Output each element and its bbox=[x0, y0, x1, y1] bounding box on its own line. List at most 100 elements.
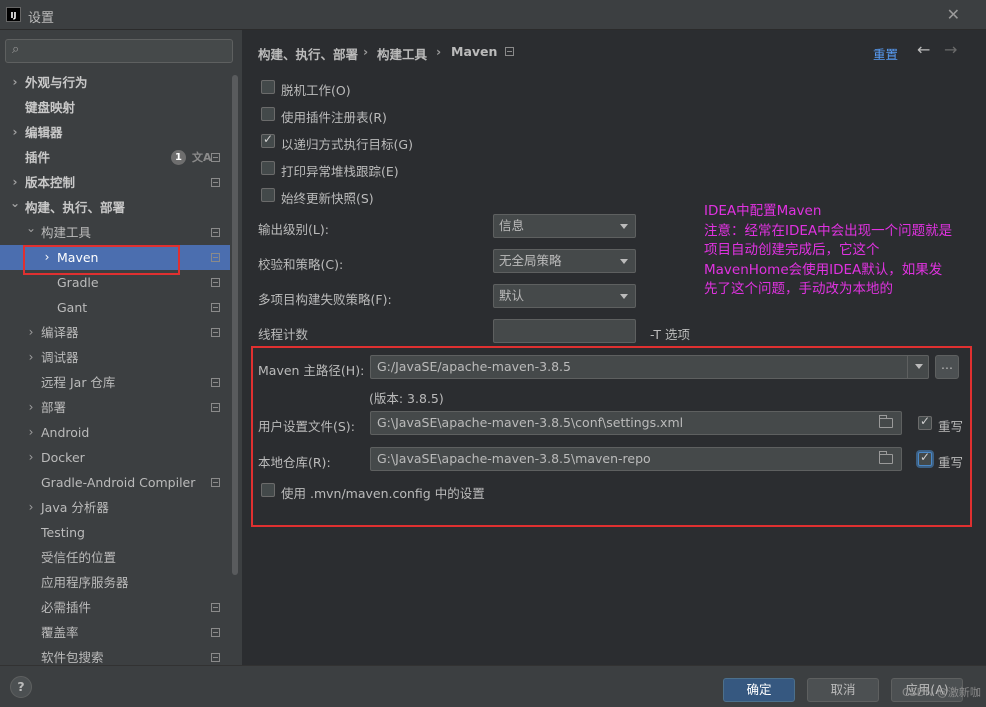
sidebar-item[interactable]: Testing bbox=[0, 520, 230, 545]
close-icon[interactable]: ✕ bbox=[947, 5, 960, 24]
sidebar-item[interactable]: › Android bbox=[0, 420, 230, 445]
help-button[interactable]: ? bbox=[10, 676, 32, 698]
sidebar-item[interactable]: 应用程序服务器 bbox=[0, 570, 230, 595]
work-offline-label: 脱机工作(O) bbox=[281, 83, 351, 98]
sidebar-item[interactable]: 受信任的位置 bbox=[0, 545, 230, 570]
sidebar-item[interactable]: › 编译器 bbox=[0, 320, 230, 345]
sidebar-item-label: 编译器 bbox=[41, 325, 79, 340]
project-scope-icon bbox=[211, 403, 220, 412]
sidebar-item[interactable]: 插件 1 文A bbox=[0, 145, 230, 170]
checksum-policy-select[interactable]: 无全局策略 bbox=[493, 249, 636, 273]
sidebar-item-label: 构建、执行、部署 bbox=[25, 200, 126, 215]
recursive-goals-label: 以递归方式执行目标(G) bbox=[281, 137, 413, 152]
sidebar-item[interactable]: 远程 Jar 仓库 bbox=[0, 370, 230, 395]
sidebar-item[interactable]: › 外观与行为 bbox=[0, 70, 230, 95]
sidebar-item[interactable]: 软件包搜索 bbox=[0, 645, 230, 665]
ok-button[interactable]: 确定 bbox=[723, 678, 795, 702]
breadcrumb-item-build-tools[interactable]: 构建工具 bbox=[377, 44, 427, 62]
sidebar-item-label: Docker bbox=[41, 450, 85, 465]
chevron-right-icon[interactable]: › bbox=[10, 120, 20, 145]
chevron-right-icon[interactable]: › bbox=[26, 445, 36, 470]
translate-icon: 文A bbox=[192, 151, 212, 164]
sidebar-item-label: 版本控制 bbox=[25, 175, 76, 190]
intellij-logo-icon: IJ bbox=[6, 7, 21, 22]
sidebar-item[interactable]: 必需插件 bbox=[0, 595, 230, 620]
breadcrumb-separator: › bbox=[436, 44, 442, 59]
chevron-down-icon bbox=[620, 294, 628, 299]
chevron-down-icon bbox=[620, 224, 628, 229]
sidebar-item[interactable]: › 版本控制 bbox=[0, 170, 230, 195]
always-update-checkbox[interactable] bbox=[261, 188, 275, 202]
output-level-label: 输出级别(L): bbox=[258, 222, 329, 237]
sidebar-item-label: 远程 Jar 仓库 bbox=[41, 375, 116, 390]
title-bar: IJ 设置 ✕ bbox=[0, 0, 986, 30]
sidebar-item-label: 键盘映射 bbox=[25, 100, 76, 115]
recursive-goals-checkbox[interactable] bbox=[261, 132, 275, 148]
watermark: CSDN @激新咖 bbox=[902, 686, 981, 699]
back-arrow-icon[interactable]: ← bbox=[917, 40, 930, 59]
fail-policy-label: 多项目构建失败策略(F): bbox=[258, 292, 392, 307]
sidebar-item-label: 插件 bbox=[25, 150, 51, 165]
print-stacktrace-label: 打印异常堆栈跟踪(E) bbox=[281, 164, 399, 179]
chevron-right-icon[interactable]: › bbox=[26, 420, 36, 445]
sidebar-item-label: 调试器 bbox=[41, 350, 79, 365]
sidebar-item-label: Gant bbox=[57, 300, 88, 315]
breadcrumb-item-build[interactable]: 构建、执行、部署 bbox=[258, 44, 358, 62]
fail-policy-select[interactable]: 默认 bbox=[493, 284, 636, 308]
sidebar-item[interactable]: 键盘映射 bbox=[0, 95, 230, 120]
output-level-value: 信息 bbox=[499, 218, 525, 233]
forward-arrow-icon[interactable]: → bbox=[944, 40, 957, 59]
sidebar-item-label: 构建工具 bbox=[41, 225, 92, 240]
plugin-registry-checkbox[interactable] bbox=[261, 107, 275, 121]
annotation-line: 项目自动创建完成后，它这个 bbox=[704, 242, 880, 258]
cancel-button[interactable]: 取消 bbox=[807, 678, 879, 702]
reset-link[interactable]: 重置 bbox=[873, 44, 898, 63]
update-count-badge: 1 bbox=[171, 150, 186, 165]
chevron-down-icon[interactable]: ⌄ bbox=[10, 191, 20, 216]
project-scope-icon bbox=[211, 378, 220, 387]
plugin-registry-label: 使用插件注册表(R) bbox=[281, 110, 387, 125]
chevron-down-icon[interactable]: ⌄ bbox=[26, 216, 36, 241]
checksum-policy-label: 校验和策略(C): bbox=[258, 257, 344, 272]
sidebar-item[interactable]: › 编辑器 bbox=[0, 120, 230, 145]
annotation-line: 注意：经常在IDEA中会出现一个问题就是 bbox=[704, 222, 953, 239]
annotation-text: IDEA中配置Maven 注意：经常在IDEA中会出现一个问题就是 项目自动创建… bbox=[704, 202, 984, 300]
chevron-right-icon[interactable]: › bbox=[26, 320, 36, 345]
sidebar-item[interactable]: Gradle-Android Compiler bbox=[0, 470, 230, 495]
sidebar-item[interactable]: › 部署 bbox=[0, 395, 230, 420]
thread-count-input[interactable] bbox=[493, 319, 636, 343]
settings-search-input[interactable]: ⌕ bbox=[5, 39, 233, 63]
print-stacktrace-checkbox[interactable] bbox=[261, 161, 275, 175]
annotation-line: IDEA中配置Maven bbox=[704, 203, 822, 219]
annotation-line: MavenHome会使用IDEA默认，如果发 bbox=[704, 261, 943, 278]
output-level-select[interactable]: 信息 bbox=[493, 214, 636, 238]
sidebar-item-label: 受信任的位置 bbox=[41, 550, 117, 565]
dialog-footer: ? 确定 取消 应用(A) CSDN @激新咖 bbox=[0, 665, 986, 707]
chevron-right-icon[interactable]: › bbox=[26, 395, 36, 420]
sidebar-item[interactable]: Gant bbox=[0, 295, 230, 320]
sidebar-item-label: 应用程序服务器 bbox=[41, 575, 129, 590]
sidebar-item[interactable]: › Docker bbox=[0, 445, 230, 470]
chevron-right-icon[interactable]: › bbox=[26, 495, 36, 520]
chevron-right-icon[interactable]: › bbox=[26, 345, 36, 370]
chevron-right-icon[interactable]: › bbox=[10, 70, 20, 95]
sidebar-item[interactable]: › Java 分析器 bbox=[0, 495, 230, 520]
sidebar-item-label: 编辑器 bbox=[25, 125, 63, 140]
project-scope-icon bbox=[211, 228, 220, 237]
work-offline-checkbox[interactable] bbox=[261, 80, 275, 94]
checksum-policy-value: 无全局策略 bbox=[499, 253, 562, 268]
sidebar-item[interactable]: ⌄ 构建工具 bbox=[0, 220, 230, 245]
sidebar-item-label: Gradle-Android Compiler bbox=[41, 475, 196, 490]
thread-count-suffix: -T 选项 bbox=[650, 327, 690, 342]
project-scope-icon bbox=[211, 628, 220, 637]
sidebar-item-label: 必需插件 bbox=[41, 600, 92, 615]
project-scope-icon bbox=[211, 253, 220, 262]
project-scope-icon bbox=[211, 303, 220, 312]
sidebar-item-label: 部署 bbox=[41, 400, 67, 415]
sidebar-item[interactable]: › 调试器 bbox=[0, 345, 230, 370]
highlight-box-maven-paths bbox=[251, 346, 972, 527]
sidebar-scrollbar[interactable] bbox=[232, 75, 238, 575]
settings-tree: › 外观与行为 键盘映射 › 编辑器 插件 1 文A › 版本控制 ⌄ 构建、执行、部署 ⌄ 构建工具 › M… bbox=[0, 70, 230, 665]
sidebar-item[interactable]: 覆盖率 bbox=[0, 620, 230, 645]
sidebar-item-label: 覆盖率 bbox=[41, 625, 79, 640]
